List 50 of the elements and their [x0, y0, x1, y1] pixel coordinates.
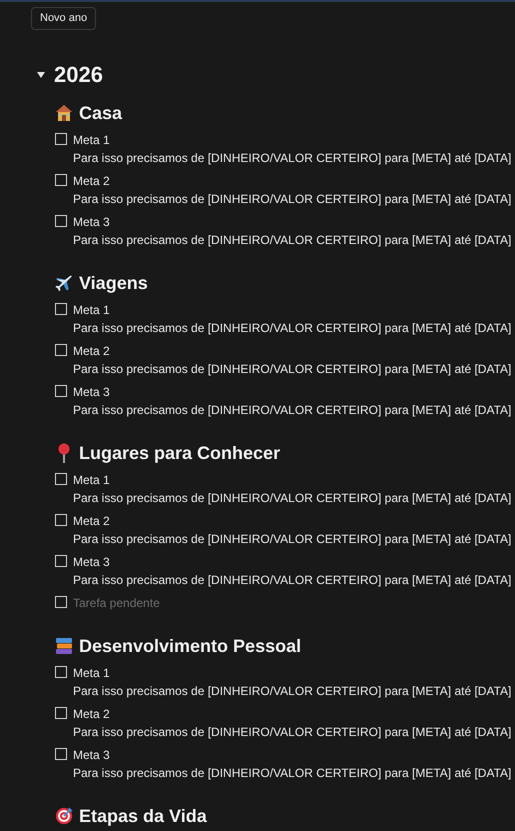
section-heading: Casa: [79, 102, 122, 125]
goal-title: Meta 1: [73, 132, 111, 149]
checkbox[interactable]: [55, 132, 67, 145]
section-heading: Viagens: [79, 272, 148, 295]
house-icon: [55, 104, 73, 122]
checkbox[interactable]: [55, 344, 67, 356]
checkbox[interactable]: [55, 514, 67, 526]
goal-description: Para isso precisamos de [DINHEIRO/VALOR CERTEIRO] para [META] até [DATA]: [73, 490, 512, 507]
goal-title: Meta 3: [73, 384, 111, 401]
goal-description: Para isso precisamos de [DINHEIRO/VALOR CERTEIRO] para [META] até [DATA]: [73, 724, 512, 741]
goal-title: Meta 1: [73, 664, 111, 682]
task-placeholder[interactable]: Tarefa pendente: [73, 594, 160, 612]
goal-title: Meta 3: [73, 554, 111, 571]
goal-title: Meta 2: [73, 342, 111, 360]
goal-description: Para isso precisamos de [DINHEIRO/VALOR CERTEIRO] para [META] até [DATA]: [73, 764, 512, 782]
goal-title: Meta 2: [73, 706, 111, 723]
pushpin-icon: [57, 442, 71, 463]
goal-title: Meta 3: [73, 746, 111, 764]
checkbox[interactable]: [55, 384, 67, 397]
checkbox[interactable]: [55, 748, 67, 760]
goal-description: Para isso precisamos de [DINHEIRO/VALOR CERTEIRO] para [META] até [DATA]: [73, 682, 512, 700]
year-heading: 2026: [54, 60, 103, 89]
goal-description: Para isso precisamos de [DINHEIRO/VALOR CERTEIRO] para [META] até [DATA]: [73, 232, 512, 249]
checkbox[interactable]: [55, 666, 67, 678]
goal-description: Para isso precisamos de [DINHEIRO/VALOR CERTEIRO] para [META] até [DATA]: [73, 320, 512, 337]
goal-description: Para isso precisamos de [DINHEIRO/VALOR CERTEIRO] para [META] até [DATA]: [73, 190, 512, 208]
checkbox[interactable]: [55, 302, 67, 315]
section-heading: Etapas da Vida: [79, 804, 207, 828]
checkbox[interactable]: [55, 214, 67, 227]
new-year-button[interactable]: Novo ano: [31, 6, 96, 30]
goal-title: Meta 2: [73, 512, 111, 530]
goal-title: Meta 1: [73, 472, 111, 489]
checkbox[interactable]: [55, 596, 67, 608]
books-icon: [55, 636, 73, 655]
goal-description: Para isso precisamos de [DINHEIRO/VALOR CERTEIRO] para [META] até [DATA]: [73, 572, 512, 589]
checkbox[interactable]: [55, 472, 67, 485]
airplane-icon: [55, 272, 73, 293]
goal-description: Para isso precisamos de [DINHEIRO/VALOR CERTEIRO] para [META] até [DATA]: [73, 402, 512, 419]
checkbox[interactable]: [55, 706, 67, 719]
goal-description: Para isso precisamos de [DINHEIRO/VALOR CERTEIRO] para [META] até [DATA]: [73, 150, 512, 167]
goal-title: Meta 3: [73, 214, 111, 231]
target-icon: [55, 806, 73, 826]
goal-title: Meta 2: [73, 172, 111, 190]
section-heading: Lugares para Conhecer: [79, 442, 280, 465]
goal-title: Meta 1: [73, 302, 111, 319]
checkbox[interactable]: [55, 174, 67, 186]
checkbox[interactable]: [55, 554, 67, 567]
goal-description: Para isso precisamos de [DINHEIRO/VALOR CERTEIRO] para [META] até [DATA]: [73, 530, 512, 548]
goal-description: Para isso precisamos de [DINHEIRO/VALOR CERTEIRO] para [META] até [DATA]: [73, 360, 512, 378]
section-heading: Desenvolvimento Pessoal: [79, 634, 302, 658]
